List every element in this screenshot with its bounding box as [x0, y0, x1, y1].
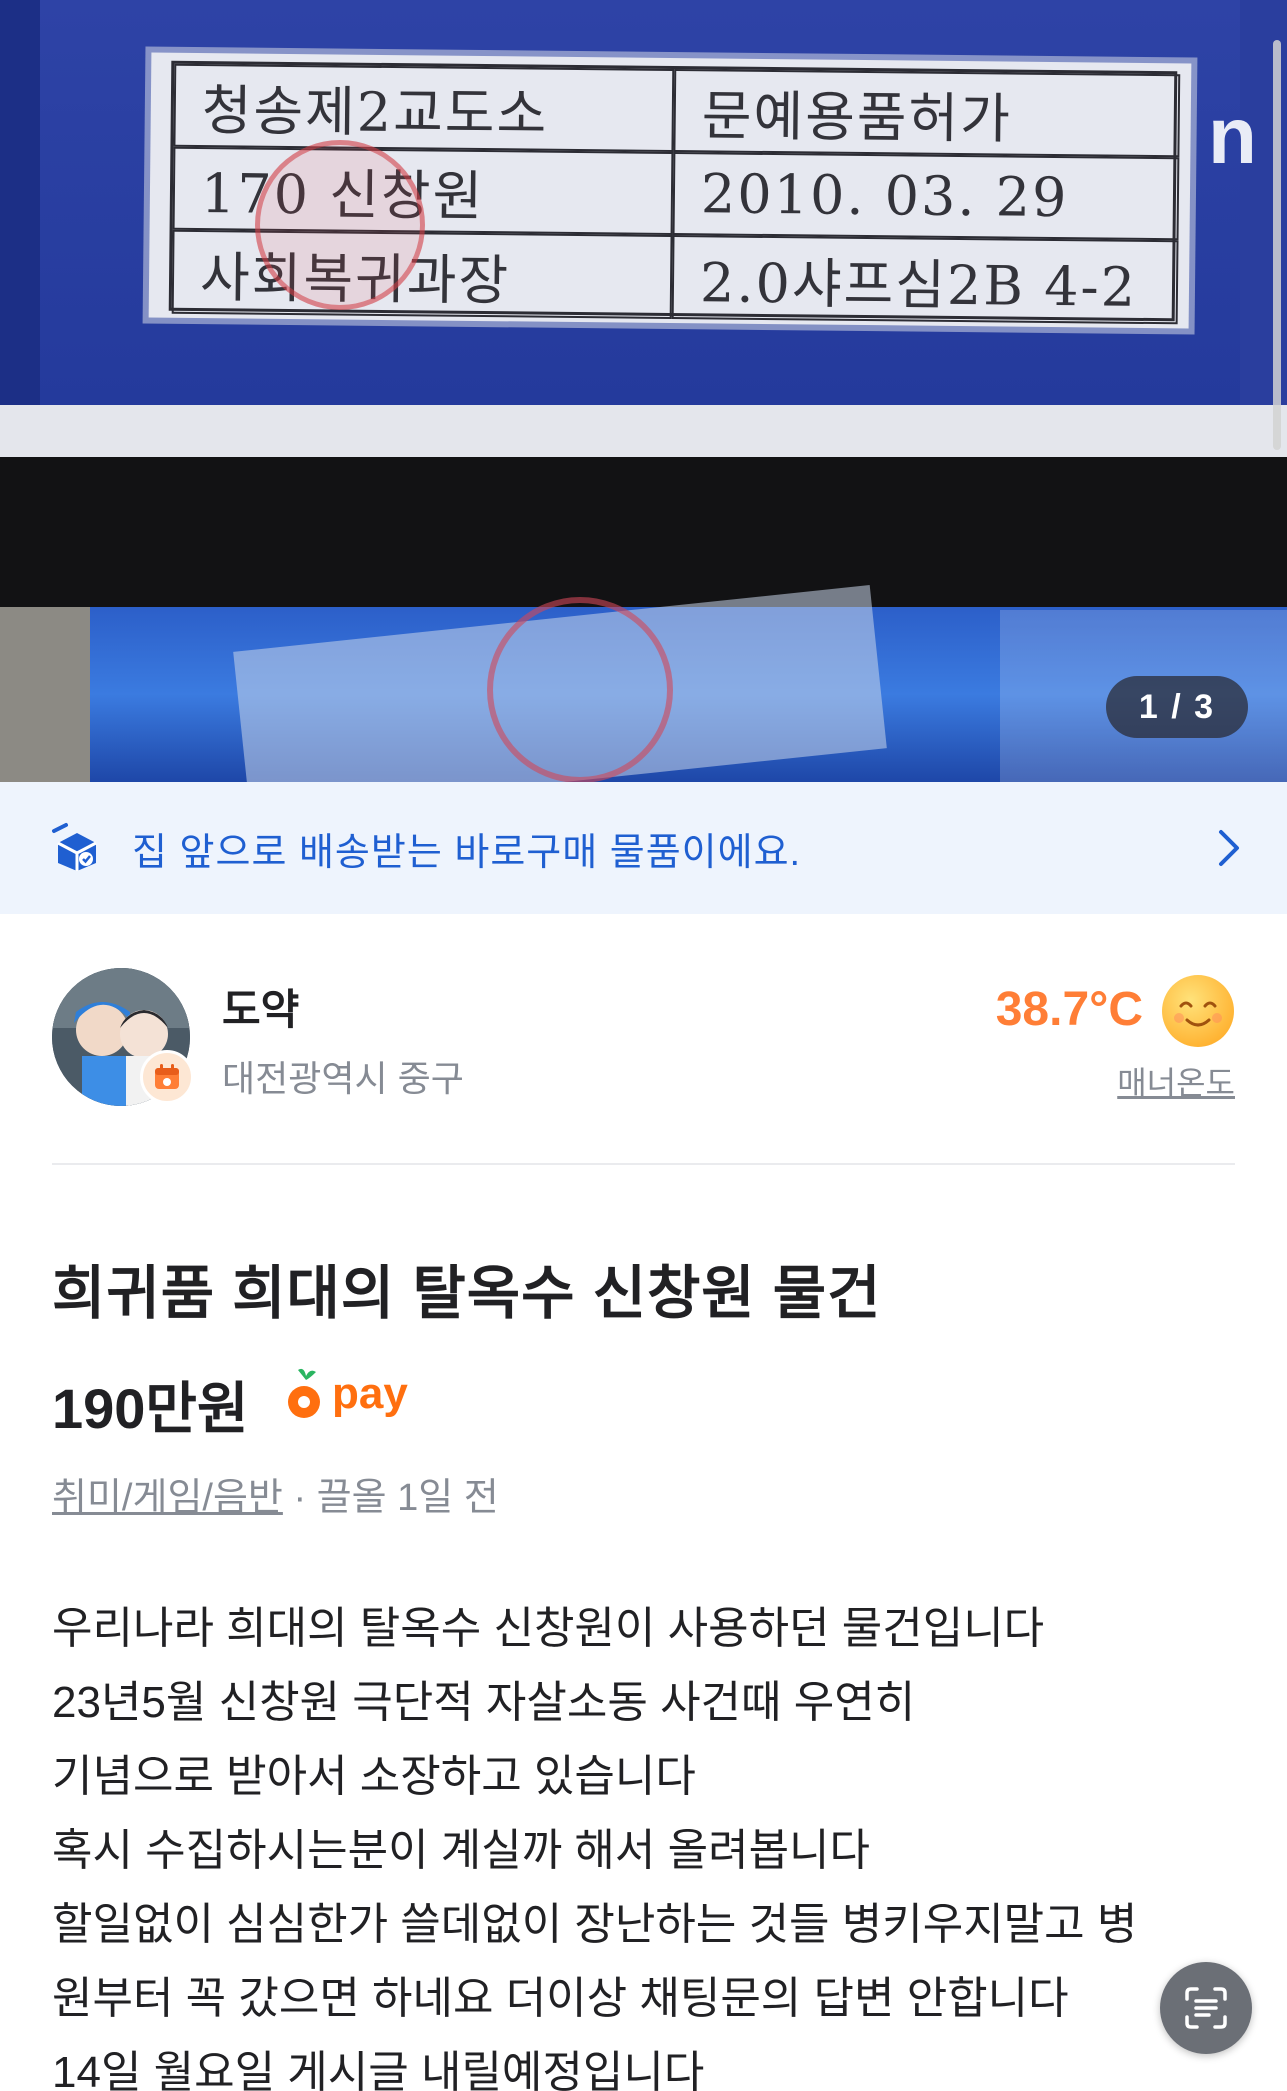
delivery-banner-text: 집 앞으로 배송받는 바로구매 물품이에요.: [132, 831, 802, 874]
label-cell: 2.0샤프심2B 4-2: [671, 234, 1179, 325]
description-line: 할일없이 심심한가 쓸데없이 장난하는 것들 병키우지말고 병: [52, 1900, 1138, 1949]
listing-title: 희귀품 희대의 탈옥수 신창원 물건: [52, 1261, 882, 1326]
label-cell: 청송제2교도소: [173, 63, 675, 153]
bump-time: 끌올 1일 전: [316, 1477, 499, 1519]
pay-label: pay: [332, 1369, 408, 1418]
delivery-banner[interactable]: 집 앞으로 배송받는 바로구매 물품이에요.: [0, 782, 1287, 914]
photo-counter-badge: 1 / 3: [1106, 676, 1248, 738]
listing-meta: 취미/게임/음반 · 끌올 1일 전: [52, 1466, 499, 1521]
carrot-pay-badge: pay: [284, 1358, 408, 1430]
product-photo-carousel[interactable]: 청송제2교도소 문예용품허가 170 신창원 2010. 03. 29 사회복귀…: [0, 0, 1287, 782]
delivery-box-icon: [52, 823, 97, 871]
description-line: 원부터 꼭 갔으면 하네요 더이상 채팅문의 답변 안합니다: [52, 1974, 1069, 2023]
description-line: 우리나라 희대의 탈옥수 신창원이 사용하던 물건입니다: [52, 1604, 1045, 1653]
manner-temperature: 38.7°C: [995, 983, 1143, 1036]
listing-price: 190만원: [52, 1377, 249, 1440]
smiling-face-icon: [1162, 975, 1234, 1047]
scrollbar[interactable]: [1273, 40, 1281, 450]
description-line: 기념으로 받아서 소장하고 있습니다: [52, 1752, 696, 1801]
chevron-right-icon: [1219, 830, 1239, 866]
seller-location: 대전광역시 중구: [222, 1058, 464, 1099]
description-line: 23년5월 신창원 극단적 자살소동 사건때 우연히: [52, 1678, 916, 1727]
description-line: 혹시 수집하시는분이 계실까 해서 올려봅니다: [52, 1826, 871, 1875]
category-link[interactable]: 취미/게임/음반: [52, 1477, 283, 1519]
red-seal-stamp: [255, 140, 425, 310]
calendar-badge-icon: [140, 1050, 194, 1104]
divider: [52, 1163, 1235, 1165]
text-scan-icon: [1185, 1987, 1227, 2029]
manner-temperature-link[interactable]: 매너온도: [1117, 1058, 1235, 1104]
description-line: 14일 월요일 게시글 내릴예정입니다: [52, 2048, 705, 2091]
label-cell: 2010. 03. 29: [672, 152, 1180, 241]
text-scan-button[interactable]: [1160, 1962, 1252, 2054]
listing-description: 우리나라 희대의 탈옥수 신창원이 사용하던 물건입니다 23년5월 신창원 극…: [52, 1592, 1232, 2091]
seller-name[interactable]: 도약: [222, 976, 299, 1037]
label-cell: 문예용품허가: [673, 69, 1181, 158]
meta-separator: ·: [282, 1477, 317, 1519]
box-edge-letter: n: [1208, 91, 1257, 180]
carrot-icon: [288, 1368, 320, 1418]
